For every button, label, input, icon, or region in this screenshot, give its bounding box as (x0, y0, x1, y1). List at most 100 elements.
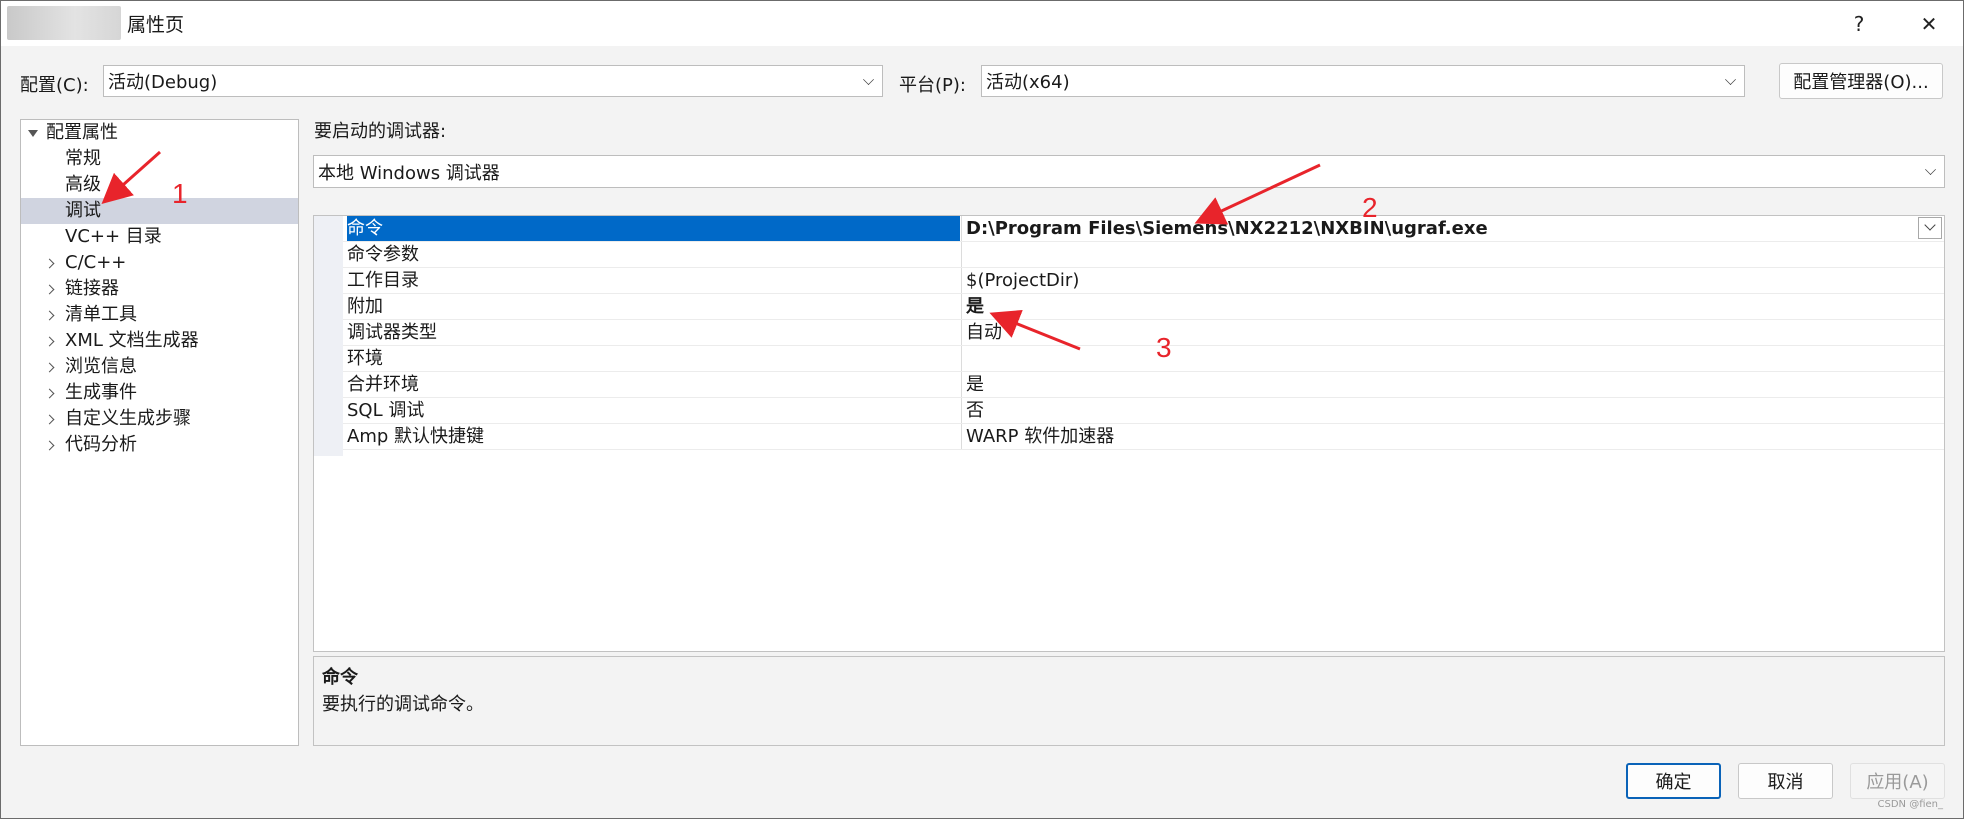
apply-button[interactable]: 应用(A) (1850, 763, 1945, 799)
property-value[interactable]: 自动 (966, 320, 1002, 345)
tree-root[interactable]: 配置属性 (21, 120, 298, 146)
app-icon (7, 6, 121, 40)
tree-item[interactable]: 常规 (21, 146, 298, 172)
property-row[interactable]: 命令 D:\Program Files\Siemens\NX2212\NXBIN\… (343, 216, 1944, 242)
debugger-label: 要启动的调试器: (314, 121, 447, 142)
annotation-number-1: 1 (172, 178, 188, 209)
property-row[interactable]: 环境 (343, 346, 1944, 372)
tree-item[interactable]: 代码分析 (21, 432, 298, 458)
window-title: 属性页 (127, 14, 185, 36)
platform-value: 活动(x64) (986, 72, 1070, 93)
title-bar: 属性页 ? ✕ (1, 1, 1963, 46)
expand-icon (44, 336, 55, 347)
expand-icon (44, 310, 55, 321)
property-name: 环境 (347, 348, 383, 369)
description-title: 命令 (322, 667, 358, 688)
property-pages-dialog: 属性页 ? ✕ 配置(C): 活动(Debug) 平台(P): 活动(x64) … (0, 0, 1964, 819)
tree-item-label: 链接器 (65, 278, 119, 299)
property-value[interactable]: 否 (966, 398, 984, 423)
tree-item[interactable]: C/C++ (21, 250, 298, 276)
column-divider (961, 242, 962, 267)
column-divider (961, 372, 962, 397)
property-name: 合并环境 (347, 374, 419, 395)
expand-icon (44, 284, 55, 295)
property-value[interactable]: 是 (966, 372, 984, 397)
column-divider (961, 216, 962, 241)
tree-item-label: 清单工具 (65, 304, 137, 325)
property-row[interactable]: Amp 默认快捷键 WARP 软件加速器 (343, 424, 1944, 450)
property-row[interactable]: 工作目录 $(ProjectDir) (343, 268, 1944, 294)
expand-icon (44, 440, 55, 451)
property-row[interactable]: 命令参数 (343, 242, 1944, 268)
property-tree: 配置属性 常规高级调试 VC++ 目录 C/C++ 链接器清单工具 XML 文档生成器浏… (20, 119, 299, 746)
column-divider (961, 268, 962, 293)
chevron-down-icon (863, 74, 874, 85)
property-row[interactable]: SQL 调试 否 (343, 398, 1944, 424)
tree-item[interactable]: 调试 (21, 198, 298, 224)
tree-item[interactable]: 自定义生成步骤 (21, 406, 298, 432)
tree-item[interactable]: 生成事件 (21, 380, 298, 406)
column-divider (961, 294, 962, 319)
expand-icon (44, 362, 55, 373)
config-label: 配置(C): (20, 75, 89, 96)
tree-item[interactable]: 浏览信息 (21, 354, 298, 380)
watermark: CSDN @fien_ (1877, 799, 1943, 810)
help-button[interactable]: ? (1829, 1, 1889, 46)
close-button[interactable]: ✕ (1899, 1, 1959, 46)
property-name: 附加 (347, 296, 383, 317)
tree-item-label: XML 文档生成器 (65, 330, 199, 351)
tree-item-label: 高级 (65, 174, 101, 195)
tree-item-label: 代码分析 (65, 434, 137, 455)
tree-item-label: 调试 (65, 200, 101, 221)
tree-item-label: VC++ 目录 (65, 226, 162, 247)
tree-item-label: C/C++ (65, 252, 127, 273)
configuration-manager-button[interactable]: 配置管理器(O)... (1779, 63, 1943, 99)
platform-dropdown[interactable]: 活动(x64) (981, 65, 1745, 97)
description-text: 要执行的调试命令。 (322, 694, 484, 715)
debugger-dropdown[interactable]: 本地 Windows 调试器 (313, 155, 1945, 188)
property-grid: 命令 D:\Program Files\Siemens\NX2212\NXBIN\… (313, 215, 1945, 652)
property-name: SQL 调试 (347, 400, 425, 421)
tree-item[interactable]: 高级 (21, 172, 298, 198)
property-name: 工作目录 (347, 270, 419, 291)
value-dropdown-button[interactable] (1918, 217, 1942, 239)
column-divider (961, 424, 962, 449)
property-value[interactable]: 是 (966, 294, 984, 319)
tree-root-label: 配置属性 (46, 122, 118, 143)
property-name: 命令 (347, 216, 960, 241)
config-value: 活动(Debug) (108, 72, 218, 93)
property-value[interactable]: D:\Program Files\Siemens\NX2212\NXBIN\ug… (966, 216, 1488, 241)
tree-item-label: 浏览信息 (65, 356, 137, 377)
property-name: 命令参数 (347, 244, 419, 265)
config-dropdown[interactable]: 活动(Debug) (103, 65, 883, 97)
property-row[interactable]: 附加 是 (343, 294, 1944, 320)
chevron-down-icon (1725, 74, 1736, 85)
tree-item-label: 常规 (65, 148, 101, 169)
property-name: Amp 默认快捷键 (347, 426, 484, 447)
expand-icon (44, 258, 55, 269)
property-value[interactable]: $(ProjectDir) (966, 268, 1079, 293)
ok-button[interactable]: 确定 (1626, 763, 1721, 799)
annotation-number-2: 2 (1362, 192, 1378, 223)
chevron-down-icon (1925, 164, 1936, 175)
tree-item-label: 生成事件 (65, 382, 137, 403)
tree-item[interactable]: 清单工具 (21, 302, 298, 328)
collapse-icon (28, 130, 38, 137)
column-divider (961, 346, 962, 371)
grid-gutter (314, 216, 343, 456)
cancel-button[interactable]: 取消 (1738, 763, 1833, 799)
property-row[interactable]: 合并环境 是 (343, 372, 1944, 398)
debugger-value: 本地 Windows 调试器 (318, 162, 500, 184)
column-divider (961, 320, 962, 345)
tree-item[interactable]: VC++ 目录 (21, 224, 298, 250)
property-row[interactable]: 调试器类型 自动 (343, 320, 1944, 346)
tree-item[interactable]: XML 文档生成器 (21, 328, 298, 354)
annotation-number-3: 3 (1156, 332, 1172, 363)
property-value[interactable]: WARP 软件加速器 (966, 424, 1114, 449)
property-name: 调试器类型 (347, 322, 437, 343)
expand-icon (44, 388, 55, 399)
platform-label: 平台(P): (899, 75, 966, 96)
expand-icon (44, 414, 55, 425)
tree-item[interactable]: 链接器 (21, 276, 298, 302)
tree-item-label: 自定义生成步骤 (65, 408, 191, 429)
